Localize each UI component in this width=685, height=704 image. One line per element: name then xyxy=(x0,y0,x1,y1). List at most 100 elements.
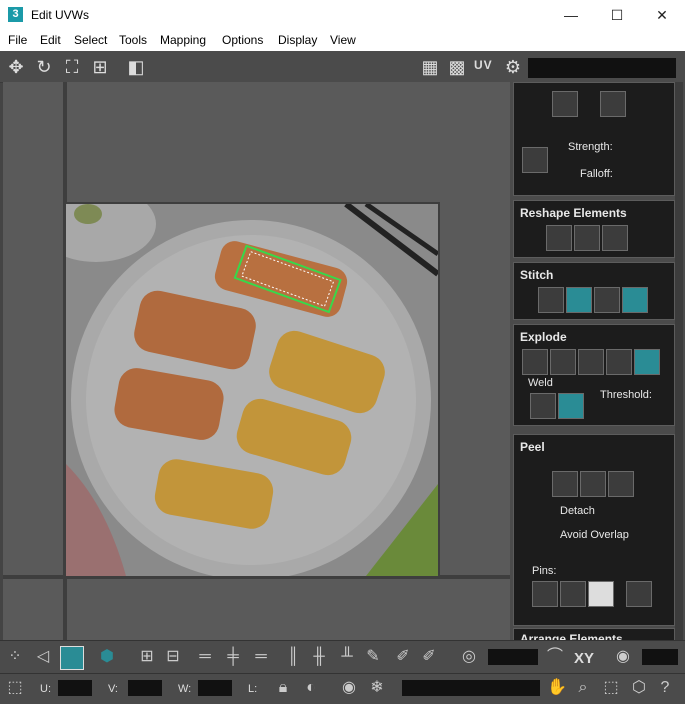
peel-quick-icon[interactable] xyxy=(552,471,578,497)
scale-icon[interactable]: ⛶ xyxy=(60,55,84,79)
stitch-custom-icon[interactable] xyxy=(538,287,564,313)
stitch-average-icon[interactable] xyxy=(594,287,620,313)
weld-target-icon[interactable] xyxy=(558,393,584,419)
detach-edge-icon[interactable] xyxy=(550,349,576,375)
eye-icon[interactable]: ◉ xyxy=(338,677,360,699)
menu-select[interactable]: Select xyxy=(74,33,107,47)
break-icon[interactable] xyxy=(522,349,548,375)
weld-selected-icon[interactable] xyxy=(530,393,556,419)
explode-teal-icon[interactable] xyxy=(634,349,660,375)
move-icon[interactable]: ✥ xyxy=(4,55,28,79)
freeform-icon[interactable]: ⊞ xyxy=(88,55,112,79)
settings-gear-icon[interactable]: ⚙ xyxy=(501,55,525,79)
peel-lscm-icon[interactable] xyxy=(580,471,606,497)
shrink-select-icon[interactable]: ⊟ xyxy=(162,646,184,668)
select-pins-icon[interactable] xyxy=(626,581,652,607)
vertex-mode-icon[interactable]: ⁘ xyxy=(4,646,26,668)
lock-icon[interactable]: 🔒︎ xyxy=(272,677,294,699)
auto-pin-icon[interactable] xyxy=(588,581,614,607)
minimize-button[interactable]: — xyxy=(548,0,594,30)
menu-mapping[interactable]: Mapping xyxy=(160,33,206,47)
peel-title[interactable]: Peel xyxy=(520,440,545,454)
mirror-icon[interactable]: ◧ xyxy=(124,55,148,79)
edge-distance-icon[interactable]: ◉ xyxy=(612,646,634,668)
paint-grow-icon[interactable]: ✐ xyxy=(392,646,414,668)
stitch-source-icon[interactable] xyxy=(566,287,592,313)
straighten-icon[interactable] xyxy=(546,225,572,251)
loop-icon[interactable]: ═ xyxy=(194,646,216,668)
rotate-icon[interactable]: ↻ xyxy=(32,55,56,79)
w-label: W: xyxy=(178,683,192,695)
stitch-target-icon[interactable] xyxy=(622,287,648,313)
edge-distance-field[interactable] xyxy=(642,649,678,665)
brush-panel: Strength: Falloff: xyxy=(513,82,675,196)
zoom-region-icon[interactable]: ⬚ xyxy=(600,677,622,699)
relax-icon[interactable] xyxy=(574,225,600,251)
u-label: U: xyxy=(40,683,51,695)
xy-label[interactable]: XY xyxy=(574,650,594,667)
checker-texture-icon[interactable]: ▩ xyxy=(445,55,469,79)
menu-options[interactable]: Options xyxy=(222,33,263,47)
explode-checker-icon[interactable] xyxy=(606,349,632,375)
grow-select-icon[interactable]: ⊞ xyxy=(136,646,158,668)
unpin-icon[interactable] xyxy=(560,581,586,607)
v-field[interactable] xyxy=(128,680,162,696)
pan-hand-icon[interactable]: ✋ xyxy=(546,677,568,699)
freeze-icon[interactable]: ❄ xyxy=(366,677,388,699)
zoom-extents-icon[interactable]: ⬡ xyxy=(628,677,650,699)
ring-grow-icon[interactable]: ╫ xyxy=(308,646,330,668)
loop-shrink-icon[interactable]: ═ xyxy=(250,646,272,668)
pins-label: Pins: xyxy=(532,565,557,577)
soft-select-icon[interactable]: ◎ xyxy=(458,646,480,668)
element-mode-icon[interactable]: ⬢ xyxy=(96,646,118,668)
panel-scrollbar[interactable] xyxy=(675,82,683,640)
u-field[interactable] xyxy=(58,680,92,696)
falloff-label: Falloff: xyxy=(580,168,613,180)
menu-tools[interactable]: Tools xyxy=(119,33,147,47)
texture-image xyxy=(66,204,438,576)
paint-move-icon[interactable] xyxy=(552,91,578,117)
soft-select-field[interactable] xyxy=(488,649,538,665)
detach-label[interactable]: Detach xyxy=(560,505,595,517)
explode-grid-icon[interactable] xyxy=(578,349,604,375)
flatten-icon[interactable] xyxy=(602,225,628,251)
reshape-elements-title[interactable]: Reshape Elements xyxy=(520,206,627,220)
pin-icon[interactable] xyxy=(532,581,558,607)
w-field[interactable] xyxy=(198,680,232,696)
weld-label: Weld xyxy=(528,377,553,389)
menu-file[interactable]: File xyxy=(8,33,27,47)
hide-icon[interactable]: ◐ xyxy=(300,677,322,699)
selection-filter-field[interactable] xyxy=(402,680,540,696)
stitch-panel: Stitch xyxy=(513,262,675,320)
help-icon[interactable]: ? xyxy=(654,677,676,699)
zoom-icon[interactable]: ⌕ xyxy=(572,677,594,699)
menu-display[interactable]: Display xyxy=(278,33,317,47)
explode-title[interactable]: Explode xyxy=(520,330,567,344)
face-mode-icon[interactable] xyxy=(60,646,84,670)
falloff-curve-icon[interactable]: ⌒ xyxy=(544,646,566,668)
close-button[interactable]: ✕ xyxy=(639,0,685,30)
texture-dropdown[interactable] xyxy=(528,58,676,78)
arrange-elements-title[interactable]: Arrange Elements xyxy=(520,632,623,640)
maximize-button[interactable]: ☐ xyxy=(594,0,640,30)
menu-edit[interactable]: Edit xyxy=(40,33,61,47)
paint-relax-icon[interactable] xyxy=(600,91,626,117)
app-icon: 3 xyxy=(8,7,23,22)
ring-shrink-icon[interactable]: ╨ xyxy=(336,646,358,668)
brush-line-icon[interactable] xyxy=(522,147,548,173)
paint-select-icon[interactable]: ✎ xyxy=(362,646,384,668)
menu-view[interactable]: View xyxy=(330,33,356,47)
l-label: L: xyxy=(248,683,258,695)
arrange-elements-panel: Arrange Elements xyxy=(513,628,675,640)
stitch-title[interactable]: Stitch xyxy=(520,268,553,282)
peel-reset-icon[interactable] xyxy=(608,471,634,497)
transform-mode-icon[interactable]: ⬚ xyxy=(4,677,26,699)
ring-icon[interactable]: ║ xyxy=(282,646,304,668)
checker-icon[interactable]: ▦ xyxy=(418,55,442,79)
avoid-overlap-label[interactable]: Avoid Overlap xyxy=(560,529,629,541)
paint-shrink-icon[interactable]: ✐ xyxy=(418,646,440,668)
edge-mode-icon[interactable]: ◁ xyxy=(32,646,54,668)
v-label: V: xyxy=(108,683,118,695)
loop-grow-icon[interactable]: ╪ xyxy=(222,646,244,668)
uv-viewport[interactable] xyxy=(3,82,510,640)
